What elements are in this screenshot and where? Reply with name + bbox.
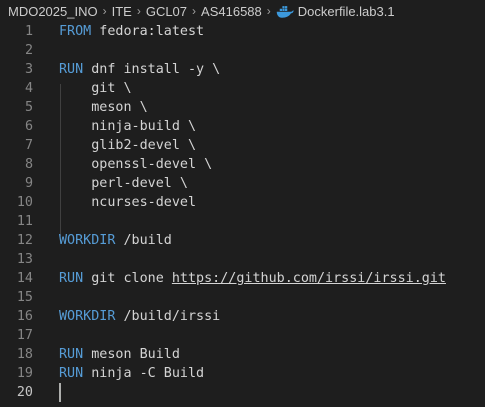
code-text: WORKDIR /build/irssi — [59, 307, 220, 326]
line-number: 9 — [24, 176, 33, 191]
breadcrumb-separator-icon: › — [266, 4, 271, 18]
line-number: 8 — [24, 157, 33, 172]
dockerfile-keyword: FROM — [59, 24, 92, 39]
code-line[interactable]: 1 FROM fedora:latest — [0, 22, 485, 41]
dockerfile-keyword: RUN — [59, 366, 84, 381]
code-line[interactable]: 14 RUN git clone https://github.com/irssi… — [0, 269, 485, 288]
code-argument: ninja-build \ — [59, 119, 197, 134]
code-line[interactable]: 12 WORKDIR /build — [0, 231, 485, 250]
line-number: 4 — [24, 81, 33, 96]
code-line[interactable]: 3 RUN dnf install -y \ — [0, 60, 485, 79]
breadcrumb-item-mdo2025-ino[interactable]: MDO2025_INO — [8, 4, 98, 19]
breadcrumb-item-as416588[interactable]: AS416588 — [201, 4, 262, 19]
line-number: 15 — [16, 290, 33, 305]
line-number: 2 — [24, 43, 33, 58]
code-line[interactable]: 9 perl-devel \ — [0, 174, 485, 193]
breadcrumb-item-gcl07[interactable]: GCL07 — [146, 4, 187, 19]
code-line[interactable]: 13 — [0, 250, 485, 269]
code-line[interactable]: 19 RUN ninja -C Build — [0, 364, 485, 383]
code-line[interactable]: 8 openssl-devel \ — [0, 155, 485, 174]
code-editor[interactable]: 1 FROM fedora:latest 2 3 RUN dnf install -y … — [0, 22, 485, 407]
code-line[interactable]: 16 WORKDIR /build/irssi — [0, 307, 485, 326]
code-line[interactable]: 18 RUN meson Build — [0, 345, 485, 364]
docker-whale-icon — [276, 6, 294, 18]
code-text: FROM fedora:latest — [59, 22, 204, 41]
code-argument: meson Build — [83, 347, 180, 362]
code-line[interactable]: 11 — [0, 212, 485, 231]
line-number: 5 — [24, 100, 33, 115]
line-number: 3 — [24, 62, 33, 77]
dockerfile-keyword: WORKDIR — [59, 309, 116, 324]
text-cursor — [59, 383, 61, 402]
dockerfile-keyword: RUN — [59, 62, 84, 77]
code-argument: ninja -C Build — [83, 366, 205, 381]
breadcrumb-separator-icon: › — [136, 4, 141, 18]
repository-link[interactable]: https://github.com/irssi/irssi.git — [172, 271, 446, 286]
line-number: 13 — [16, 252, 33, 267]
code-argument: git \ — [59, 81, 132, 96]
code-text: perl-devel \ — [59, 174, 188, 193]
code-text: openssl-devel \ — [59, 155, 212, 174]
code-argument: perl-devel \ — [59, 176, 188, 191]
code-line[interactable]: 7 glib2-devel \ — [0, 136, 485, 155]
code-argument: dnf install -y \ — [83, 62, 221, 77]
breadcrumb-item-file[interactable]: Dockerfile.lab3.1 — [298, 4, 395, 19]
code-line[interactable]: 6 ninja-build \ — [0, 117, 485, 136]
code-text: RUN dnf install -y \ — [59, 60, 220, 79]
line-number: 14 — [16, 271, 33, 286]
code-text: RUN meson Build — [59, 345, 180, 364]
code-text: glib2-devel \ — [59, 136, 196, 155]
line-number: 1 — [24, 24, 33, 39]
code-argument: git clone — [83, 271, 172, 286]
line-number: 20 — [16, 385, 33, 400]
code-argument: ncurses-devel — [59, 195, 197, 210]
breadcrumb-item-ite[interactable]: ITE — [112, 4, 132, 19]
line-number: 19 — [16, 366, 33, 381]
line-number: 12 — [16, 233, 33, 248]
line-number: 16 — [16, 309, 33, 324]
code-line[interactable]: 5 meson \ — [0, 98, 485, 117]
code-text: RUN ninja -C Build — [59, 364, 204, 383]
code-text: ninja-build \ — [59, 117, 196, 136]
code-line[interactable]: 15 — [0, 288, 485, 307]
code-text: RUN git clone https://github.com/irssi/i… — [59, 269, 446, 288]
code-line[interactable]: 17 — [0, 326, 485, 345]
code-line[interactable]: 20 — [0, 383, 485, 402]
breadcrumb: MDO2025_INO › ITE › GCL07 › AS416588 › D… — [0, 0, 485, 22]
code-line[interactable]: 10 ncurses-devel — [0, 193, 485, 212]
breadcrumb-separator-icon: › — [192, 4, 197, 18]
code-text: git \ — [59, 79, 132, 98]
code-argument: /build — [115, 233, 172, 248]
line-number: 18 — [16, 347, 33, 362]
code-text: WORKDIR /build — [59, 231, 172, 250]
line-number: 6 — [24, 119, 33, 134]
code-text: meson \ — [59, 98, 148, 117]
dockerfile-keyword: WORKDIR — [59, 233, 116, 248]
code-line[interactable]: 2 — [0, 41, 485, 60]
code-text: ncurses-devel — [59, 193, 196, 212]
line-number: 11 — [16, 214, 33, 229]
line-number: 17 — [16, 328, 33, 343]
code-line[interactable]: 4 git \ — [0, 79, 485, 98]
line-number: 7 — [24, 138, 33, 153]
dockerfile-keyword: RUN — [59, 271, 84, 286]
dockerfile-keyword: RUN — [59, 347, 84, 362]
breadcrumb-separator-icon: › — [102, 4, 107, 18]
line-number: 10 — [16, 195, 33, 210]
code-argument: glib2-devel \ — [59, 138, 197, 153]
code-argument: /build/irssi — [115, 309, 221, 324]
code-argument: fedora:latest — [91, 24, 205, 39]
code-argument: meson \ — [59, 100, 148, 115]
code-argument: openssl-devel \ — [59, 157, 213, 172]
